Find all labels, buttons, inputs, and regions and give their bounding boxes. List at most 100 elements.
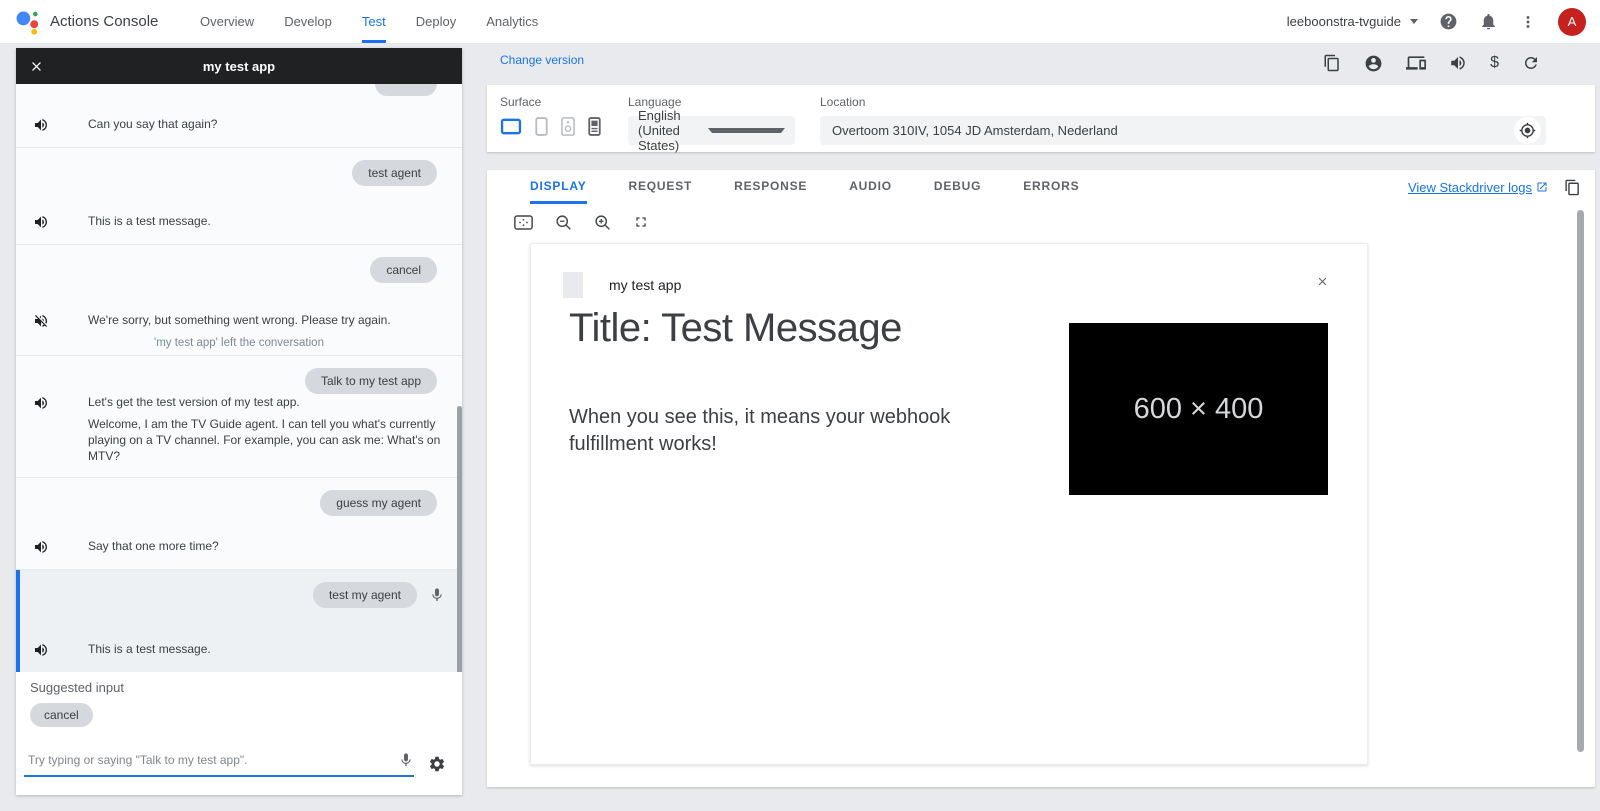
surface-speaker-icon[interactable] (561, 117, 575, 136)
account-icon[interactable] (1364, 54, 1383, 73)
language-label: Language (628, 95, 820, 109)
suggested-chip-cancel[interactable]: cancel (30, 703, 93, 727)
chat-block: Talk to my test app Let's get the test v… (16, 356, 462, 478)
surface-kaios-phone-icon[interactable] (588, 117, 601, 136)
simulator-footer: Suggested input cancel (16, 672, 462, 795)
user-chip[interactable]: test agent (352, 160, 437, 186)
input-mic-icon[interactable] (398, 752, 414, 768)
agent-message-row: This is a test message. (16, 213, 462, 230)
user-chip-partial (375, 84, 437, 96)
language-value: English (United States) (638, 108, 708, 153)
refresh-icon[interactable] (1522, 54, 1540, 72)
volume-icon[interactable] (33, 395, 49, 411)
chat-scrollbar[interactable] (457, 406, 462, 672)
devices-icon[interactable] (1406, 53, 1426, 73)
workspace-toolbar: Change version $ (487, 48, 1595, 85)
nav-item-develop[interactable]: Develop (284, 0, 332, 43)
nav-right: leeboonstra-tvguide A (1287, 0, 1600, 43)
volume-off-icon[interactable] (33, 313, 49, 329)
tab-response[interactable]: RESPONSE (734, 170, 807, 204)
settings-icon[interactable] (428, 755, 446, 773)
preview-image: 600 × 400 (1069, 323, 1328, 495)
copy-icon[interactable] (1323, 54, 1341, 72)
preview-app-name: my test app (609, 277, 681, 293)
workspace: Change version $ Surface (487, 48, 1595, 795)
zoom-in-icon[interactable] (594, 214, 611, 231)
top-nav: Actions Console Overview Develop Test De… (0, 0, 1600, 44)
simulator-title: my test app (16, 59, 462, 74)
tab-audio[interactable]: AUDIO (849, 170, 892, 204)
surface-phone-icon[interactable] (535, 117, 548, 136)
tab-debug[interactable]: DEBUG (934, 170, 981, 204)
preview-avatar (563, 272, 583, 298)
nav-item-analytics[interactable]: Analytics (486, 0, 538, 43)
agent-message-row: Say that one more time? (16, 538, 462, 555)
close-icon[interactable] (29, 59, 44, 74)
audio-icon[interactable] (1449, 54, 1467, 72)
nav-item-deploy[interactable]: Deploy (416, 0, 456, 43)
fullscreen-icon[interactable] (633, 214, 649, 230)
notifications-icon[interactable] (1479, 12, 1498, 31)
conversation-note: 'my test app' left the conversation (16, 337, 462, 349)
chat-block: Can you say that again? (16, 84, 462, 148)
zoom-out-icon[interactable] (555, 214, 572, 231)
tabs-row: DISPLAY REQUEST RESPONSE AUDIO DEBUG ERR… (487, 170, 1595, 204)
tab-display[interactable]: DISPLAY (530, 170, 587, 204)
user-chip[interactable]: guess my agent (320, 490, 437, 516)
primary-nav: Overview Develop Test Deploy Analytics (200, 0, 538, 43)
chat-log: Can you say that again? test agent This … (16, 84, 462, 672)
billing-icon[interactable]: $ (1490, 54, 1499, 72)
change-version-link[interactable]: Change version (500, 53, 584, 67)
chat-block: cancel We're sorry, but something went w… (16, 245, 462, 356)
tab-errors[interactable]: ERRORS (1023, 170, 1079, 204)
chat-block: test agent This is a test message. (16, 148, 462, 245)
my-location-icon[interactable] (1514, 117, 1541, 144)
help-icon[interactable] (1439, 12, 1458, 31)
nav-item-overview[interactable]: Overview (200, 0, 254, 43)
location-input[interactable] (820, 123, 1546, 138)
user-chip[interactable]: cancel (370, 257, 437, 283)
settings-bar: Surface (487, 85, 1595, 152)
agent-message: We're sorry, but something went wrong. P… (88, 312, 460, 328)
copy-response-icon[interactable] (1564, 179, 1581, 196)
location-label: Location (820, 95, 1546, 109)
suggested-input-label: Suggested input (30, 680, 448, 695)
preview-image-label: 600 × 400 (1134, 393, 1264, 426)
project-selector[interactable]: leeboonstra-tvguide (1287, 14, 1418, 29)
volume-icon[interactable] (33, 214, 49, 230)
chat-input[interactable] (28, 753, 398, 767)
brand: Actions Console (0, 0, 186, 43)
preview-body: When you see this, it means your webhook… (569, 404, 981, 458)
mic-icon[interactable] (429, 587, 445, 603)
chat-block-active: test my agent This is a test message. (16, 570, 462, 672)
assistant-logo-icon (14, 7, 40, 37)
tab-request[interactable]: REQUEST (629, 170, 693, 204)
avatar[interactable]: A (1558, 8, 1586, 36)
user-chip[interactable]: Talk to my test app (305, 368, 437, 394)
agent-message-row: We're sorry, but something went wrong. P… (16, 312, 462, 329)
simulator-panel: my test app Can you say that again? test… (16, 48, 462, 795)
nav-item-test[interactable]: Test (362, 0, 386, 43)
agent-message: Say that one more time? (88, 538, 460, 554)
project-name: leeboonstra-tvguide (1287, 14, 1401, 29)
preview-card: my test app Title: Test Message When you… (530, 243, 1368, 765)
volume-icon[interactable] (33, 642, 49, 658)
agent-message: Welcome, I am the TV Guide agent. I can … (88, 416, 460, 464)
stackdriver-link[interactable]: View Stackdriver logs (1408, 180, 1548, 195)
chevron-down-icon (1410, 19, 1418, 24)
user-chip[interactable]: test my agent (313, 582, 417, 608)
language-select[interactable]: English (United States) (628, 116, 795, 145)
volume-icon[interactable] (33, 117, 49, 133)
chat-block: guess my agent Say that one more time? (16, 478, 462, 570)
agent-message-row: This is a test message. (16, 641, 462, 658)
fit-screen-icon[interactable] (514, 215, 533, 230)
content-scrollbar[interactable] (1577, 210, 1584, 752)
display-toolbar (487, 204, 1595, 240)
overflow-menu-icon[interactable] (1519, 13, 1537, 31)
surface-label: Surface (500, 95, 628, 109)
surface-smart-display-icon[interactable] (500, 118, 522, 135)
response-panel: DISPLAY REQUEST RESPONSE AUDIO DEBUG ERR… (487, 170, 1595, 787)
preview-close-icon[interactable] (1316, 275, 1329, 288)
volume-icon[interactable] (33, 539, 49, 555)
chevron-down-icon (708, 128, 786, 133)
